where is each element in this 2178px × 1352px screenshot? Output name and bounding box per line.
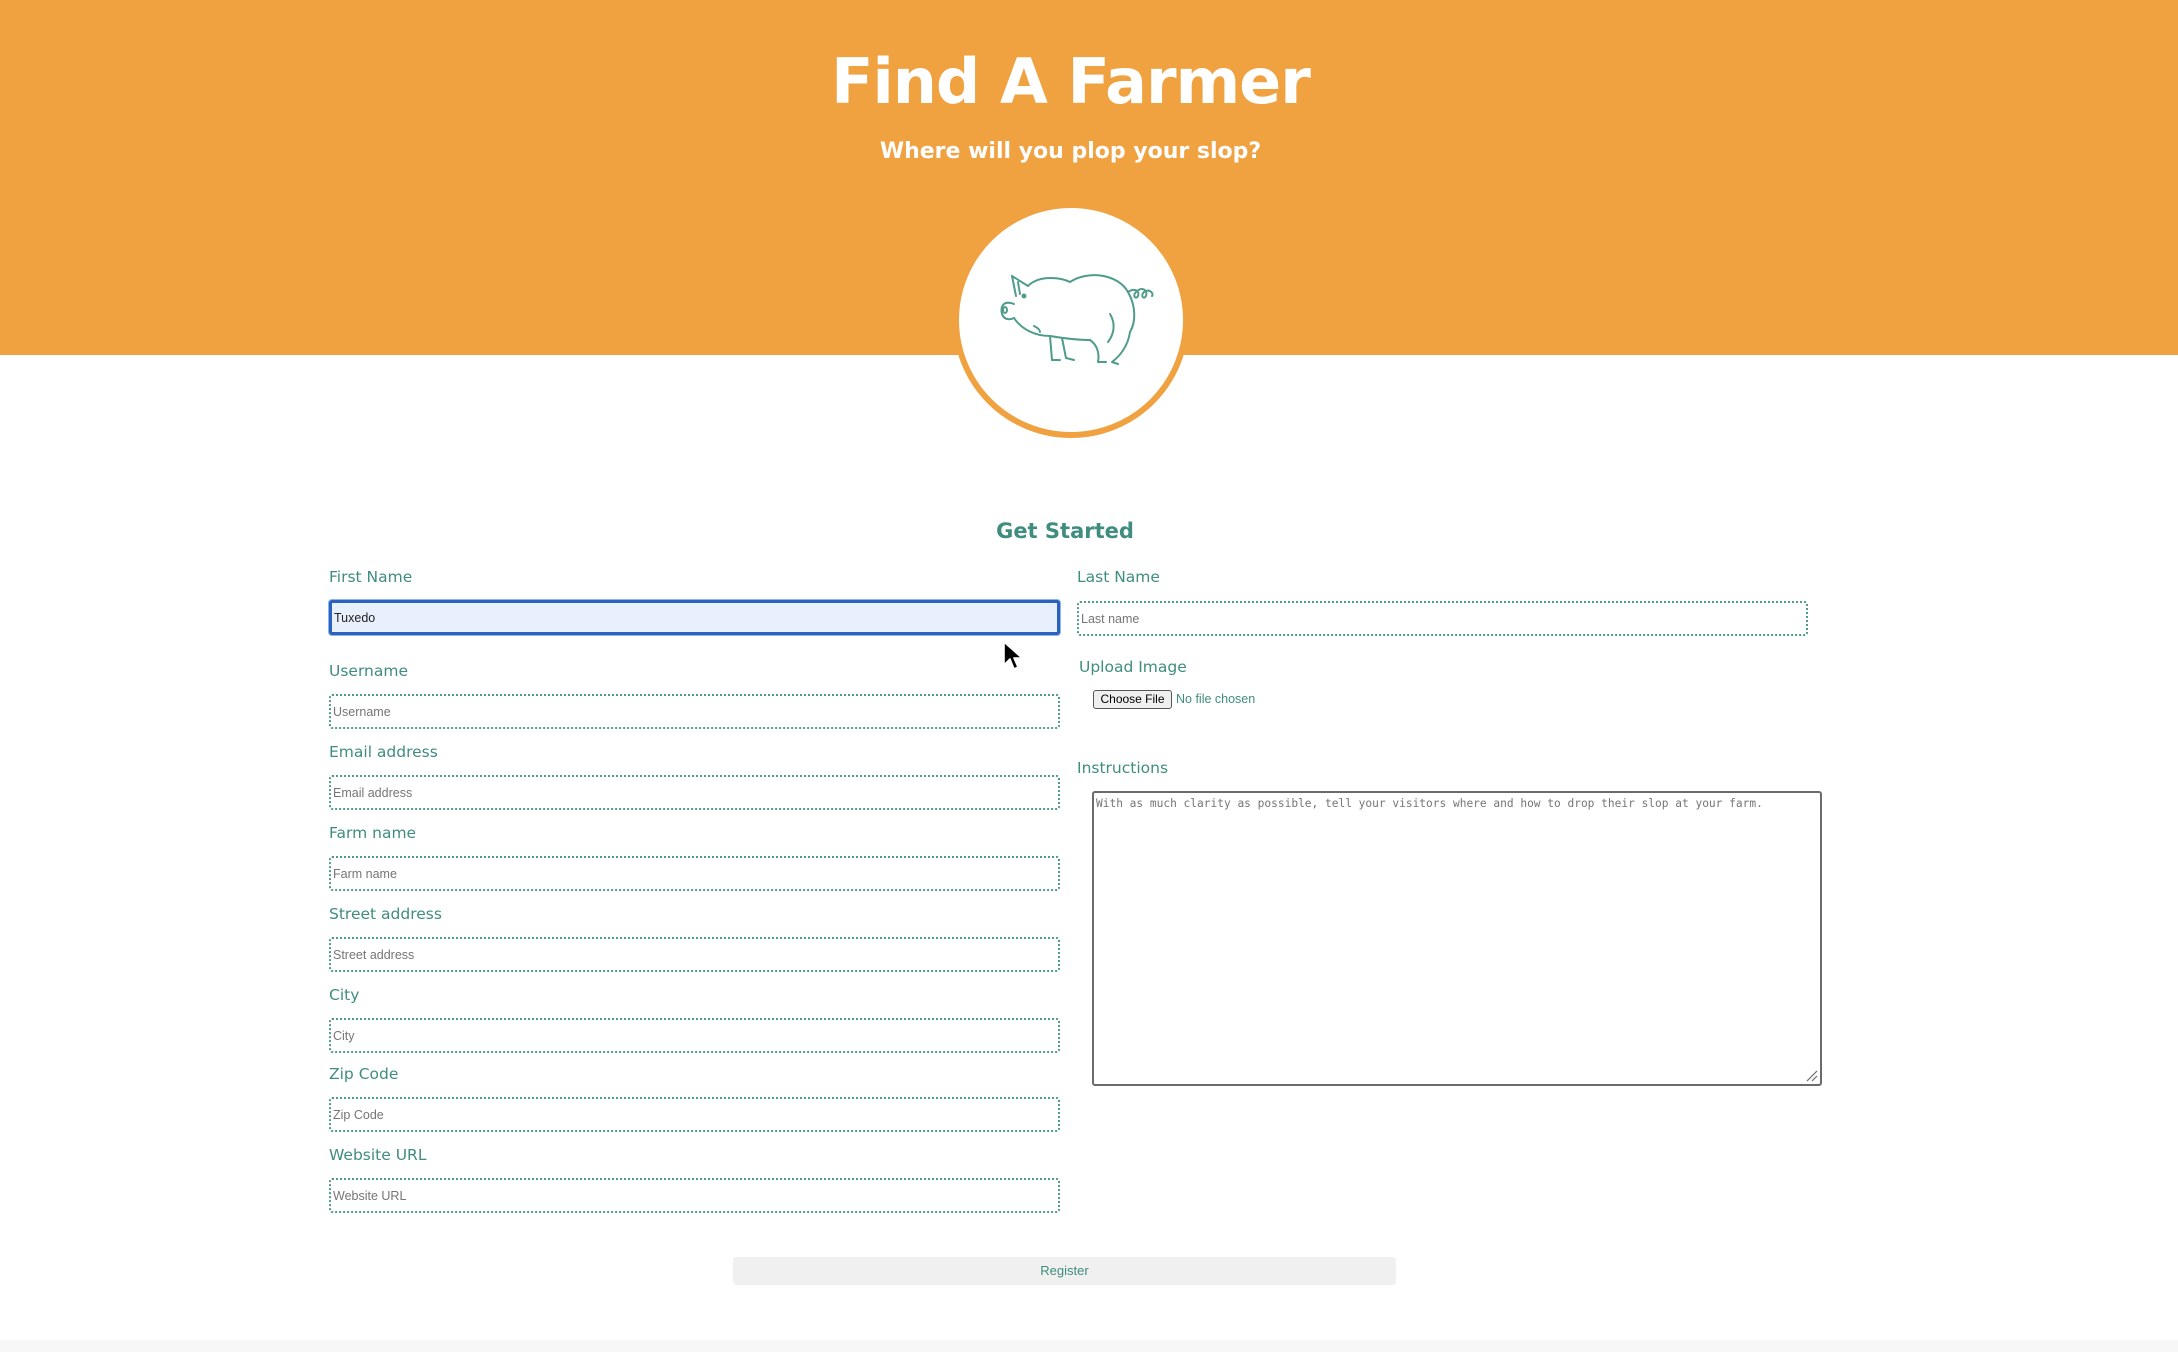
- zip-code-field[interactable]: [329, 1097, 1060, 1132]
- street-address-field[interactable]: [329, 937, 1060, 972]
- pig-icon: [1000, 274, 1154, 365]
- choose-file-button[interactable]: Choose File: [1093, 690, 1172, 709]
- last-name-field[interactable]: [1077, 601, 1808, 636]
- site-subtitle: Where will you plop your slop?: [879, 139, 1262, 164]
- first-name-field[interactable]: [329, 600, 1060, 635]
- email-field[interactable]: [329, 775, 1060, 810]
- farm-name-field[interactable]: [329, 856, 1060, 891]
- city-field[interactable]: [329, 1018, 1060, 1053]
- resize-handle-icon[interactable]: [1806, 1070, 1818, 1082]
- logo-badge: [953, 202, 1189, 438]
- first-name-label: First Name: [329, 568, 413, 586]
- username-label: Username: [329, 662, 409, 680]
- page: Find A Farmer Where will you plop your s…: [0, 0, 2178, 1352]
- farm-name-label: Farm name: [329, 824, 417, 842]
- username-field[interactable]: [329, 694, 1060, 729]
- site-title: Find A Farmer: [831, 45, 1311, 118]
- city-label: City: [329, 986, 360, 1004]
- file-status-text: No file chosen: [1176, 692, 1256, 706]
- register-button[interactable]: Register: [733, 1257, 1396, 1285]
- last-name-label: Last Name: [1077, 568, 1160, 586]
- instructions-label: Instructions: [1077, 759, 1169, 777]
- get-started-heading: Get Started: [996, 519, 1134, 543]
- footer-strip: [0, 1340, 2178, 1352]
- instructions-textarea[interactable]: [1092, 791, 1822, 1086]
- upload-image-label: Upload Image: [1079, 658, 1187, 676]
- street-address-label: Street address: [329, 905, 442, 923]
- email-label: Email address: [329, 743, 438, 761]
- website-url-field[interactable]: [329, 1178, 1060, 1213]
- website-url-label: Website URL: [329, 1146, 427, 1164]
- mouse-pointer-icon: [1003, 641, 1023, 670]
- zip-code-label: Zip Code: [329, 1065, 399, 1083]
